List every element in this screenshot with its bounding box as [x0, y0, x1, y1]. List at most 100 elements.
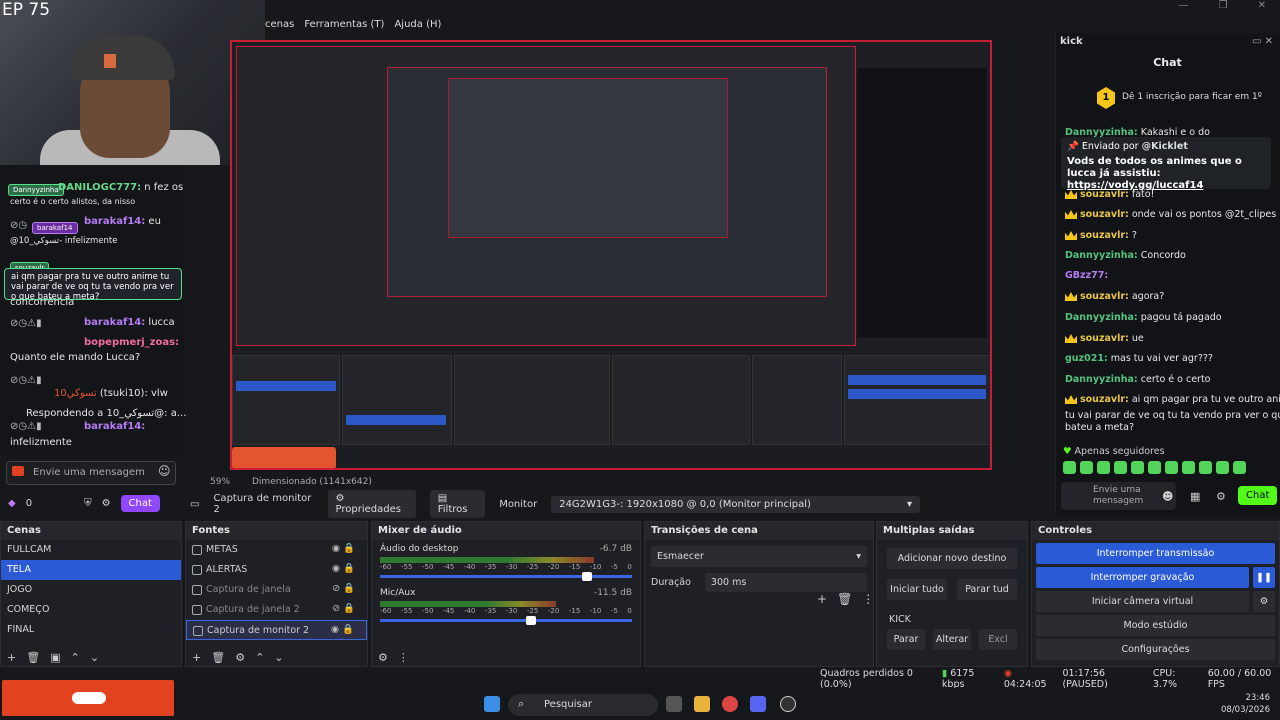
- menu-cenas[interactable]: cenas: [265, 19, 294, 30]
- delete-target-button[interactable]: Excl: [979, 629, 1017, 650]
- mixer-settings-icon[interactable]: ⚙: [378, 651, 388, 664]
- nested-transitions-panel: [612, 355, 750, 445]
- up-icon[interactable]: ⌃: [71, 651, 80, 664]
- source-item[interactable]: METAS ◉ 🔒: [186, 540, 367, 560]
- scene-item[interactable]: COMEÇO: [1, 600, 181, 620]
- chat-badge: barakaf14: [32, 222, 78, 234]
- points-icon[interactable]: ◆: [8, 498, 16, 509]
- kick-tab[interactable]: kick: [1060, 36, 1083, 47]
- gear-icon[interactable]: ⚙: [235, 651, 245, 664]
- file-explorer-icon[interactable]: [694, 696, 710, 712]
- source-item[interactable]: ALERTAS ◉ 🔒: [186, 560, 367, 580]
- menu-tools[interactable]: Ferramentas (T): [304, 19, 384, 30]
- volume-slider[interactable]: [380, 616, 632, 625]
- emote-icon[interactable]: [1080, 461, 1093, 474]
- right-chat-input[interactable]: Envie uma mensagem: [1061, 482, 1176, 510]
- up-icon[interactable]: ⌃: [255, 651, 264, 664]
- visibility-lock-icons[interactable]: ◉ 🔒: [331, 624, 354, 635]
- chat-message: Dannyyzinha: certo é o certo: [1065, 374, 1211, 385]
- scene-item[interactable]: FULLCAM: [1, 540, 181, 560]
- emote-icon[interactable]: [1165, 461, 1178, 474]
- visibility-lock-icons[interactable]: ⊘ 🔒: [332, 603, 355, 614]
- emote-icon[interactable]: [1182, 461, 1195, 474]
- emoji-icon[interactable]: ☺: [158, 464, 171, 478]
- source-type-icon: [192, 585, 202, 595]
- gear-icon[interactable]: ⚙: [1216, 490, 1226, 503]
- emote-icon[interactable]: [1148, 461, 1161, 474]
- source-item[interactable]: Captura de janela ⊘ 🔒: [186, 580, 367, 600]
- emote-icon[interactable]: [1114, 461, 1127, 474]
- taskbar-search[interactable]: Pesquisar: [508, 694, 658, 716]
- gear-icon[interactable]: ⚙: [102, 498, 111, 509]
- chat-message: souzavlr: ai qm pagar pra tu ve outro an…: [1065, 394, 1280, 405]
- nested-scenes-panel: [232, 355, 340, 445]
- add-icon[interactable]: +: [192, 651, 201, 664]
- stop-target-button[interactable]: Parar: [887, 629, 925, 650]
- add-destination-button[interactable]: Adicionar novo destino: [887, 548, 1017, 569]
- shield-icon[interactable]: ⛨: [84, 498, 92, 509]
- scene-item[interactable]: TELA: [1, 560, 181, 580]
- virtual-camera-button[interactable]: Iniciar câmera virtual: [1036, 591, 1249, 612]
- gear-icon[interactable]: ⚙: [1253, 591, 1275, 612]
- down-icon[interactable]: ⌄: [274, 651, 283, 664]
- minimize-icon[interactable]: —: [1179, 0, 1189, 11]
- left-chat-input[interactable]: Envie uma mensagem: [6, 461, 176, 485]
- left-chat-button[interactable]: Chat: [120, 494, 160, 512]
- add-icon[interactable]: +: [7, 651, 16, 664]
- visibility-lock-icons[interactable]: ◉ 🔒: [332, 563, 355, 574]
- chat-line: Respondendo a 10_تسوكي@: a...: [26, 408, 187, 419]
- scenes-footer: + 🗑 ▣ ⌃ ⌄: [7, 651, 99, 664]
- more-icon[interactable]: ⋮: [862, 592, 874, 606]
- discord-icon[interactable]: [750, 696, 766, 712]
- settings-button[interactable]: Configurações: [1036, 639, 1275, 660]
- chrome-icon[interactable]: [722, 696, 738, 712]
- duration-input[interactable]: 300 ms: [704, 573, 867, 592]
- maximize-icon[interactable]: ❐: [1219, 0, 1228, 11]
- emote-icon[interactable]: [1131, 461, 1144, 474]
- pause-icon[interactable]: ❚❚: [1253, 567, 1275, 588]
- monitor-select[interactable]: 24G2W1G3-: 1920x1080 @ 0,0 (Monitor prin…: [551, 495, 920, 513]
- more-icon[interactable]: ⋮: [398, 651, 409, 664]
- volume-slider[interactable]: [380, 572, 632, 581]
- emote-icon[interactable]: [1097, 461, 1110, 474]
- studio-mode-button[interactable]: Modo estúdio: [1036, 615, 1275, 636]
- right-chat-send-button[interactable]: Chat: [1238, 486, 1278, 505]
- close-icon[interactable]: ✕: [1258, 0, 1266, 11]
- start-all-button[interactable]: Iniciar tudo: [887, 579, 947, 600]
- chat-message: tu vai parar de ve oq tu ta vendo pra ve…: [1065, 410, 1280, 421]
- obs-icon[interactable]: [780, 696, 796, 712]
- crown-badge-icon: [1065, 210, 1077, 219]
- trash-icon[interactable]: 🗑: [837, 592, 852, 606]
- emote-icon[interactable]: [1063, 461, 1076, 474]
- filters-button[interactable]: ▤ Filtros: [429, 490, 486, 518]
- visibility-lock-icons[interactable]: ◉ 🔒: [332, 543, 355, 554]
- stop-stream-button[interactable]: Interromper transmissão: [1036, 543, 1275, 564]
- meter-scale: -60 -55 -50 -45 -40 -35 -30 -25 -20 -15 -10 -5 0: [380, 607, 632, 615]
- trash-icon[interactable]: 🗑: [211, 651, 225, 664]
- down-icon[interactable]: ⌄: [90, 651, 99, 664]
- properties-button[interactable]: ⚙ Propriedades: [327, 490, 416, 518]
- scene-item[interactable]: JOGO: [1, 580, 181, 600]
- dock-controls[interactable]: ▭ ✕: [1252, 36, 1273, 47]
- program-preview[interactable]: [230, 40, 992, 470]
- visibility-lock-icons[interactable]: ⊘ 🔒: [332, 583, 355, 594]
- emote-icon[interactable]: [1199, 461, 1212, 474]
- add-icon[interactable]: +: [817, 592, 827, 606]
- emote-icon[interactable]: [1233, 461, 1246, 474]
- chat-message: Dannyyzinha: pagou tá pagado: [1065, 312, 1222, 323]
- menu-help[interactable]: Ajuda (H): [394, 19, 441, 30]
- trash-icon[interactable]: 🗑: [26, 651, 40, 664]
- scene-item[interactable]: FINAL: [1, 620, 181, 640]
- emote-icon[interactable]: [1216, 461, 1229, 474]
- stop-all-button[interactable]: Parar tud: [957, 579, 1017, 600]
- source-item[interactable]: Captura de janela 2 ⊘ 🔒: [186, 600, 367, 620]
- stop-record-button[interactable]: Interromper gravação: [1036, 567, 1249, 588]
- transition-select[interactable]: Esmaecer ▾: [651, 546, 867, 567]
- change-target-button[interactable]: Alterar: [933, 629, 971, 650]
- source-item[interactable]: Captura de monitor 2 ◉ 🔒: [186, 620, 367, 640]
- windows-start-icon[interactable]: [484, 696, 500, 712]
- task-view-icon[interactable]: [666, 696, 682, 712]
- filter-icon[interactable]: ▣: [50, 651, 60, 664]
- store-icon[interactable]: ▦: [1190, 490, 1200, 503]
- emoji-icon[interactable]: ☻: [1162, 490, 1173, 503]
